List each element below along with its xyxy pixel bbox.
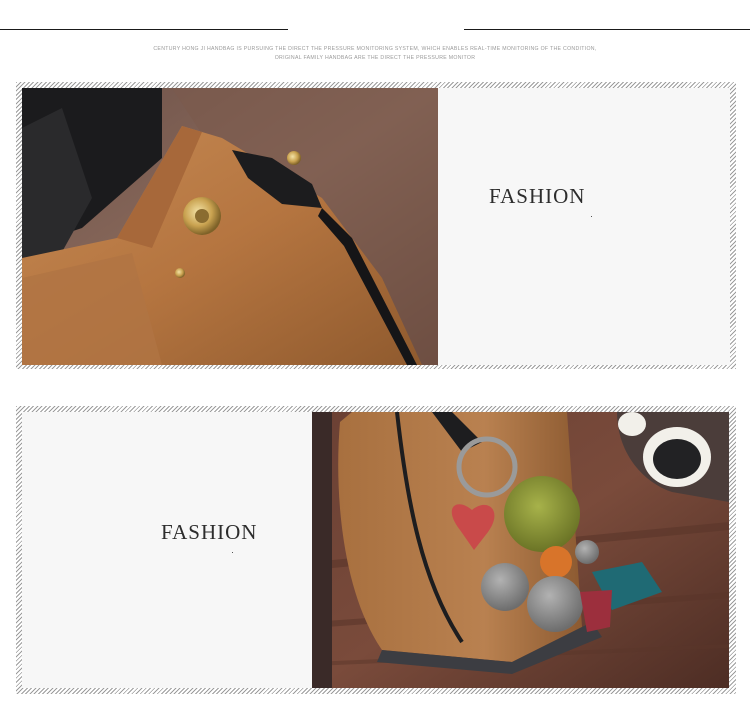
feature-panel-top: FASHION [16, 82, 736, 369]
header-caption-line-1: Century Hong Ji handbag Is Pursuing the … [153, 46, 597, 52]
bag-keychain-image [312, 412, 729, 688]
decorative-dot [232, 552, 233, 553]
feature-title-bottom: FASHION [161, 520, 258, 544]
bag-keychain-photo [312, 412, 729, 688]
feature-panel-bottom: FASHION [16, 406, 736, 694]
header-caption: Century Hong Ji handbag Is Pursuing the … [150, 45, 600, 63]
header-caption-line-2: Original family Handbag are the direct t… [274, 55, 476, 61]
header-divider-right [464, 29, 750, 30]
feature-text-box-top: FASHION [438, 88, 730, 365]
feature-text-box-bottom: FASHION [22, 412, 312, 688]
product-detail-page: Century Hong Ji handbag Is Pursuing the … [0, 0, 750, 719]
bag-closeup-photo [22, 88, 438, 365]
header-divider-left [0, 29, 288, 30]
bag-closeup-image [22, 88, 438, 365]
feature-title-top: FASHION [489, 184, 586, 208]
decorative-dot [591, 216, 592, 217]
